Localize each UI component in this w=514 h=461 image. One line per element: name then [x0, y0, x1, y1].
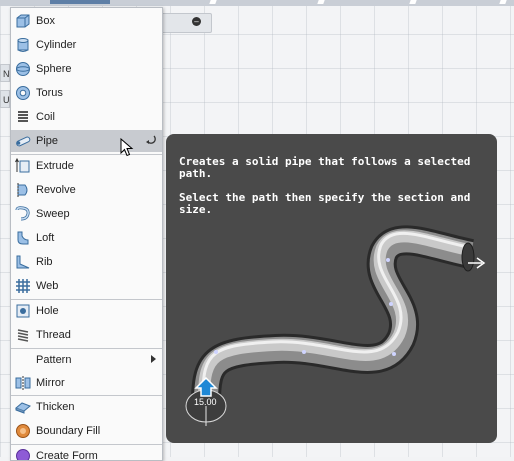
- strip-marker: [209, 0, 216, 4]
- menu-item-label: Create Form: [36, 450, 98, 461]
- strip-marker: [317, 0, 324, 4]
- menu-item-label: Rib: [36, 256, 53, 268]
- active-tab-indicator: [50, 0, 110, 4]
- rib-icon: [15, 254, 31, 270]
- menu-item-revolve[interactable]: Revolve: [11, 179, 162, 201]
- menu-item-create-form[interactable]: Create Form: [11, 445, 162, 461]
- menu-item-label: Boundary Fill: [36, 425, 100, 437]
- loft-icon: [15, 230, 31, 246]
- thread-icon: [15, 327, 31, 343]
- menu-item-thicken[interactable]: Thicken: [11, 396, 162, 418]
- menu-item-label: Sweep: [36, 208, 70, 220]
- menu-item-torus[interactable]: Torus: [11, 82, 162, 104]
- torus-icon: [15, 85, 31, 101]
- hole-icon: [15, 303, 31, 319]
- menu-item-thread[interactable]: Thread: [11, 324, 162, 346]
- box-icon: [15, 13, 31, 29]
- mirror-icon: [15, 375, 31, 391]
- repeat-command-icon[interactable]: [146, 134, 156, 144]
- boundary-fill-icon: [15, 423, 31, 439]
- menu-item-label: Thicken: [36, 401, 75, 413]
- strip-marker: [409, 0, 416, 4]
- left-tab-label: N: [3, 69, 10, 79]
- menu-item-cylinder[interactable]: Cylinder: [11, 34, 162, 56]
- menu-item-label: Loft: [36, 232, 54, 244]
- menu-item-label: Hole: [36, 305, 59, 317]
- command-tooltip: Creates a solid pipe that follows a sele…: [166, 134, 497, 443]
- menu-item-label: Cylinder: [36, 39, 76, 51]
- spacer: [15, 352, 31, 368]
- mouse-cursor-icon: [120, 138, 134, 161]
- menu-item-label: Thread: [36, 329, 71, 341]
- extrude-icon: [15, 158, 31, 174]
- menu-item-label: Torus: [36, 87, 63, 99]
- thicken-icon: [15, 399, 31, 415]
- menu-item-hole[interactable]: Hole: [11, 300, 162, 322]
- menu-item-rib[interactable]: Rib: [11, 251, 162, 273]
- menu-item-pipe[interactable]: Pipe: [11, 130, 162, 152]
- menu-item-label: Sphere: [36, 63, 71, 75]
- menu-item-label: Extrude: [36, 160, 74, 172]
- menu-item-label: Box: [36, 15, 55, 27]
- menu-item-web[interactable]: Web: [11, 275, 162, 297]
- menu-item-box[interactable]: Box: [11, 10, 162, 32]
- menu-item-mirror[interactable]: Mirror: [11, 372, 162, 394]
- revolve-icon: [15, 182, 31, 198]
- menu-item-label: Revolve: [36, 184, 76, 196]
- menu-item-sweep[interactable]: Sweep: [11, 203, 162, 225]
- left-panel-tab[interactable]: N: [0, 64, 10, 82]
- menu-item-label: Pattern: [36, 354, 71, 366]
- menu-item-coil[interactable]: Coil: [11, 106, 162, 128]
- sweep-icon: [15, 206, 31, 222]
- menu-item-boundary-fill[interactable]: Boundary Fill: [11, 420, 162, 442]
- sphere-icon: [15, 61, 31, 77]
- menu-item-label: Web: [36, 280, 58, 292]
- cylinder-icon: [15, 37, 31, 53]
- left-panel-tab[interactable]: U: [0, 90, 10, 108]
- menu-item-pattern[interactable]: Pattern: [11, 349, 162, 371]
- web-icon: [15, 278, 31, 294]
- create-form-icon: [15, 448, 31, 461]
- menu-item-label: Mirror: [36, 377, 65, 389]
- strip-marker: [499, 0, 506, 4]
- dimension-label[interactable]: 15.00: [194, 397, 217, 407]
- pipe-icon: [15, 133, 31, 149]
- collapse-icon[interactable]: –: [192, 17, 201, 26]
- menu-item-sphere[interactable]: Sphere: [11, 58, 162, 80]
- toolbar-strip: [0, 0, 514, 6]
- submenu-arrow-icon: [151, 355, 156, 363]
- menu-item-extrude[interactable]: Extrude: [11, 155, 162, 177]
- menu-item-loft[interactable]: Loft: [11, 227, 162, 249]
- menu-item-label: Pipe: [36, 135, 58, 147]
- left-tab-label: U: [3, 95, 10, 105]
- coil-icon: [15, 109, 31, 125]
- menu-item-label: Coil: [36, 111, 55, 123]
- create-dropdown-menu: Box Cylinder Sphere Torus Coil Pipe: [10, 7, 163, 461]
